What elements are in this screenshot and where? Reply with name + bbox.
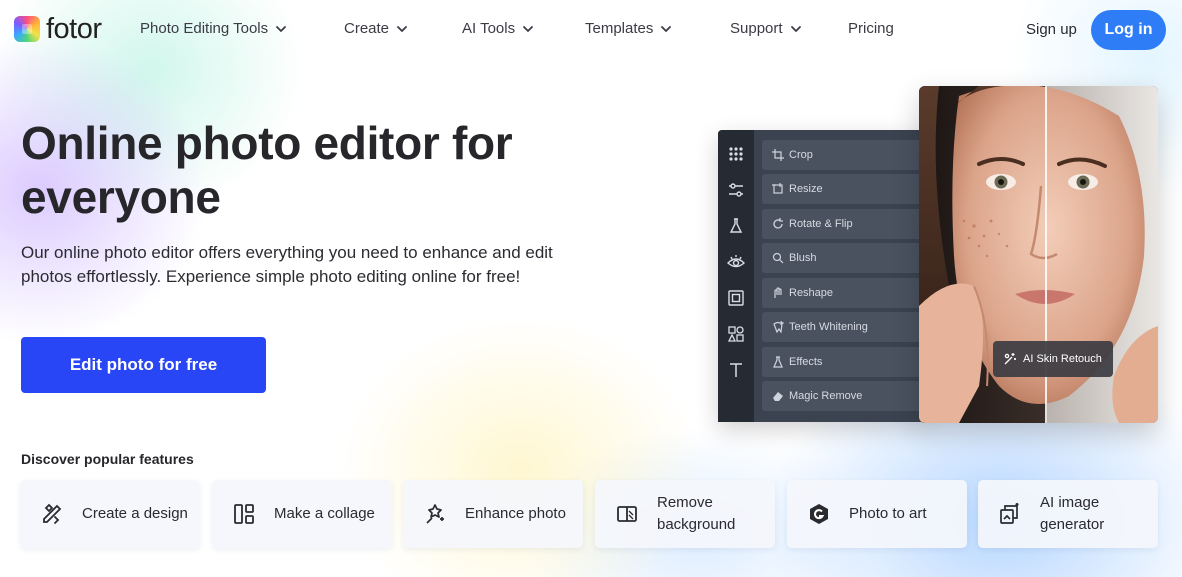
teeth-icon <box>772 321 784 333</box>
menu-item-crop[interactable]: Crop <box>762 140 922 170</box>
hero-description: Our online photo editor offers everythin… <box>21 243 553 286</box>
logo-icon <box>14 16 40 42</box>
menu-item-effects[interactable]: Effects <box>762 347 922 377</box>
crop-icon <box>772 149 784 161</box>
feature-label: Photo to art <box>849 505 927 522</box>
nav-item-templates[interactable]: Templates <box>585 20 672 37</box>
menu-item-reshape[interactable]: Reshape <box>762 278 922 308</box>
nav-item-pricing[interactable]: Pricing <box>848 20 894 37</box>
feature-card-make-collage[interactable]: Make a collage <box>212 480 392 548</box>
feature-card-create-design[interactable]: Create a design <box>20 480 200 548</box>
feature-label: Enhance photo <box>465 505 566 522</box>
design-icon <box>40 502 64 526</box>
hero-title: Online photo editor for everyone <box>21 117 513 223</box>
feature-label: AI image generator <box>1040 494 1105 533</box>
nav-label: AI Tools <box>462 20 516 37</box>
signup-link[interactable]: Sign up <box>1026 21 1077 38</box>
features-title: Discover popular features <box>21 451 194 467</box>
menu-item-label: Crop <box>789 149 813 161</box>
nav-item-photo-editing-tools[interactable]: Photo Editing Tools <box>140 20 287 37</box>
nav-label: Support <box>730 20 783 37</box>
ai-skin-retouch-badge: AI Skin Retouch <box>993 341 1113 377</box>
resize-icon <box>772 183 784 195</box>
feature-label: Remove background <box>657 494 736 533</box>
nav-label: Create <box>344 20 390 37</box>
collage-icon <box>232 502 256 526</box>
page: fotor Photo Editing Tools Create AI Tool… <box>0 0 1182 577</box>
remove-bg-icon <box>615 502 639 526</box>
feature-card-ai-image-generator[interactable]: AI image generator <box>978 480 1158 548</box>
rotate-icon <box>772 218 784 230</box>
sliders-icon <box>727 181 745 199</box>
nav-label: Photo Editing Tools <box>140 20 269 37</box>
chevron-down-icon <box>790 25 801 32</box>
ai-generator-icon <box>998 502 1022 526</box>
login-button[interactable]: Log in <box>1091 10 1166 50</box>
chevron-down-icon <box>661 25 672 32</box>
editor-mockup-panel: Crop Resize Rotate & Flip Blush Reshape … <box>718 130 928 422</box>
blush-icon <box>772 252 784 264</box>
nav-label: Templates <box>585 20 654 37</box>
feature-card-enhance-photo[interactable]: Enhance photo <box>403 480 583 548</box>
menu-item-label: Resize <box>789 183 823 195</box>
flask-icon <box>727 217 745 235</box>
chevron-down-icon <box>276 25 287 32</box>
nav-item-support[interactable]: Support <box>730 20 802 37</box>
frame-icon <box>727 289 745 307</box>
feature-card-remove-background[interactable]: Remove background <box>595 480 775 548</box>
nav-label: Pricing <box>848 20 894 37</box>
nav-item-ai-tools[interactable]: AI Tools <box>462 20 534 37</box>
text-icon <box>727 361 745 379</box>
menu-item-magic-remove[interactable]: Magic Remove <box>762 381 922 411</box>
menu-item-label: Blush <box>789 252 817 264</box>
feature-label: Make a collage <box>274 505 375 522</box>
menu-item-label: Effects <box>789 356 823 368</box>
effects-icon <box>772 356 784 368</box>
enhance-icon <box>423 502 447 526</box>
chevron-down-icon <box>397 25 407 32</box>
magic-wand-icon <box>1003 352 1017 366</box>
brand-logo[interactable]: fotor <box>14 14 102 44</box>
menu-item-blush[interactable]: Blush <box>762 243 922 273</box>
shapes-icon <box>727 325 745 343</box>
editor-tool-rail <box>718 130 754 422</box>
top-header: fotor Photo Editing Tools Create AI Tool… <box>0 0 1182 60</box>
eraser-icon <box>772 390 784 402</box>
eye-icon <box>727 253 745 271</box>
menu-item-label: Reshape <box>789 287 834 299</box>
chevron-down-icon <box>523 25 533 32</box>
menu-item-label: Rotate & Flip <box>789 218 853 230</box>
menu-item-rotate-flip[interactable]: Rotate & Flip <box>762 209 922 239</box>
reshape-icon <box>772 287 784 299</box>
art-icon <box>807 502 831 526</box>
menu-item-label: Magic Remove <box>789 390 863 402</box>
feature-label: Create a design <box>82 505 188 522</box>
badge-label: AI Skin Retouch <box>1023 353 1102 365</box>
grid-icon <box>727 145 745 163</box>
brand-name: fotor <box>46 13 102 45</box>
feature-card-photo-to-art[interactable]: Photo to art <box>787 480 967 548</box>
edit-photo-button[interactable]: Edit photo for free <box>21 337 266 393</box>
nav-item-create[interactable]: Create <box>344 20 408 37</box>
menu-item-teeth-whitening[interactable]: Teeth Whitening <box>762 312 922 342</box>
menu-item-label: Teeth Whitening <box>789 321 868 333</box>
menu-item-resize[interactable]: Resize <box>762 174 922 204</box>
